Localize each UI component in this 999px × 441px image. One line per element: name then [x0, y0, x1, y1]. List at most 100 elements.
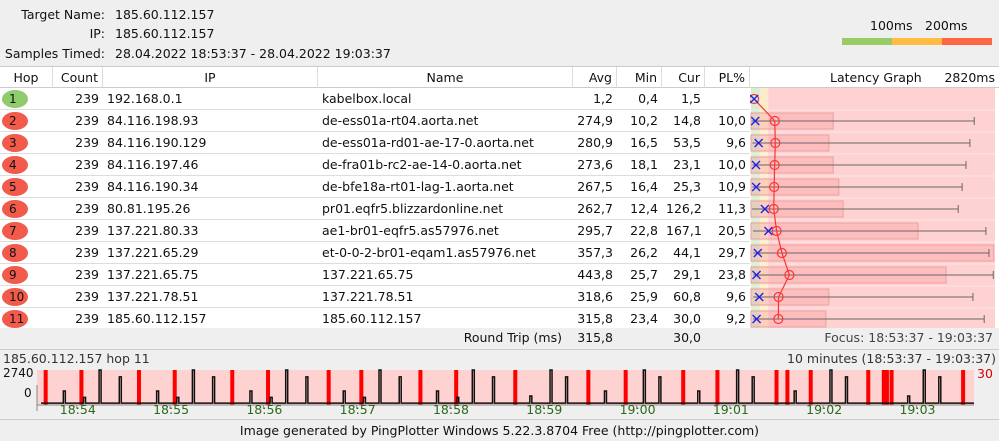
hop-ip: 137.221.80.33: [107, 223, 199, 238]
loss-marker: [418, 370, 423, 405]
latency-graph-max: 2820ms: [944, 70, 995, 85]
ip-value: 185.60.112.157: [115, 26, 215, 41]
loss-marker: [889, 370, 894, 405]
hop-row[interactable]: 5 239 84.116.190.34 de-bfe18a-rt01-lag-1.ao…: [0, 176, 750, 198]
col-hop[interactable]: Hop: [0, 67, 53, 88]
hop-min: 10,2: [630, 113, 658, 128]
trace-table: Hop Count IP Name Avg Min Cur PL% Latenc…: [0, 66, 999, 330]
hop-min: 16,5: [630, 135, 658, 150]
latency-graph-label: Latency Graph: [830, 70, 922, 85]
hop-row[interactable]: 6 239 80.81.195.26 pr01.eqfr5.blizzardonlin…: [0, 198, 750, 220]
hop-cur: 14,8: [673, 113, 701, 128]
x-tick-label: 18:56: [246, 402, 283, 417]
hop-cur: 60,8: [673, 289, 701, 304]
hop-name: kabelbox.local: [322, 91, 412, 106]
samples-value: 28.04.2022 18:53:37 - 28.04.2022 19:03:3…: [115, 46, 391, 61]
latency-graph: [750, 88, 999, 329]
hop-row[interactable]: 10 239 137.221.78.51 137.221.78.51 318,6 25,9…: [0, 286, 750, 308]
col-min[interactable]: Min: [617, 67, 662, 88]
hop-name: et-0-0-2-br01-eqam1.as57976.net: [322, 245, 536, 260]
loss-marker: [326, 370, 331, 405]
loss-marker: [586, 370, 591, 405]
hop-badge: 3: [2, 134, 28, 152]
hop-avg: 274,9: [577, 113, 613, 128]
col-latency-graph[interactable]: Latency Graph 2820ms: [750, 67, 999, 88]
col-avg[interactable]: Avg: [573, 67, 617, 88]
target-name-value: 185.60.112.157: [115, 7, 215, 22]
hop-name: de-ess01a-rd01-ae-17-0.aorta.net: [322, 135, 534, 150]
focus-range: Focus: 18:53:37 - 19:03:37: [824, 330, 993, 345]
hop-avg: 315,8: [577, 311, 613, 326]
hop-row[interactable]: 3 239 84.116.190.129 de-ess01a-rd01-ae-17-0…: [0, 132, 750, 154]
col-ip[interactable]: IP: [103, 67, 318, 88]
hop-count: 239: [75, 91, 99, 106]
loss-marker: [808, 370, 813, 405]
hop-row[interactable]: 7 239 137.221.80.33 ae1-br01-eqfr5.as57976.…: [0, 220, 750, 242]
hop-row[interactable]: 1 239 192.168.0.1 kabelbox.local 1,2 0,4 1,5: [0, 88, 750, 110]
col-pl[interactable]: PL%: [705, 67, 750, 88]
hop-ip: 80.81.195.26: [107, 201, 191, 216]
round-trip-row: Round Trip (ms) 315,8 30,0 Focus: 18:53:…: [0, 328, 999, 350]
hop-ip: 137.221.78.51: [107, 289, 199, 304]
hop-name: 137.221.65.75: [322, 267, 414, 282]
loss-marker: [866, 370, 871, 405]
hop-min: 25,9: [630, 289, 658, 304]
legend-100ms: 100ms: [870, 18, 913, 33]
hop-min: 25,7: [630, 267, 658, 282]
hop-row[interactable]: 4 239 84.116.197.46 de-fra01b-rc2-ae-14-0.a…: [0, 154, 750, 176]
x-tick-label: 19:01: [712, 402, 749, 417]
hop-ip: 84.116.198.93: [107, 113, 199, 128]
hop-min: 22,8: [630, 223, 658, 238]
hop-row[interactable]: 9 239 137.221.65.75 137.221.65.75 443,8 25,7 2…: [0, 264, 750, 286]
hop-name: pr01.eqfr5.blizzardonline.net: [322, 201, 504, 216]
hop-cur: 25,3: [673, 179, 701, 194]
history-graph[interactable]: [0, 350, 999, 418]
hop-pl: 10,9: [718, 179, 746, 194]
footer-text: Image generated by PingPlotter Windows 5…: [0, 419, 999, 441]
hop-min: 18,1: [630, 157, 658, 172]
loss-marker: [785, 370, 790, 405]
hop-pl: 10,0: [718, 157, 746, 172]
hop-cur: 44,1: [673, 245, 701, 260]
latency-color-legend: [842, 38, 992, 45]
hop-badge: 4: [2, 156, 28, 174]
x-tick-label: 19:03: [899, 402, 936, 417]
hop-cur: 53,5: [673, 135, 701, 150]
loss-marker: [136, 370, 141, 405]
col-name[interactable]: Name: [318, 67, 573, 88]
hop-cur: 30,0: [673, 311, 701, 326]
col-count[interactable]: Count: [53, 67, 103, 88]
hop-name: ae1-br01-eqfr5.as57976.net: [322, 223, 499, 238]
hop-row[interactable]: 11 239 185.60.112.157 185.60.112.157 315,8 23…: [0, 308, 750, 330]
hop-row[interactable]: 2 239 84.116.198.93 de-ess01a-rt04.aorta.ne…: [0, 110, 750, 132]
hop-avg: 318,6: [577, 289, 613, 304]
hop-avg: 295,7: [577, 223, 613, 238]
hop-cur: 167,1: [666, 223, 702, 238]
x-tick-label: 18:57: [339, 402, 376, 417]
hop-count: 239: [75, 201, 99, 216]
hop-ip: 137.221.65.29: [107, 245, 199, 260]
round-trip-label: Round Trip (ms): [463, 330, 562, 345]
loss-marker: [230, 370, 235, 405]
hop-count: 239: [75, 289, 99, 304]
hop-min: 0,4: [638, 91, 658, 106]
hop-count: 239: [75, 135, 99, 150]
hop-pl: 10,0: [718, 113, 746, 128]
legend-warn-swatch: [892, 38, 942, 45]
hop-avg: 357,3: [577, 245, 613, 260]
hop-count: 239: [75, 223, 99, 238]
hop-count: 239: [75, 179, 99, 194]
samples-label: Samples Timed:: [4, 46, 105, 61]
hop-avg: 273,6: [577, 157, 613, 172]
legend-good-swatch: [842, 38, 892, 45]
col-cur[interactable]: Cur: [662, 67, 705, 88]
hop-row[interactable]: 8 239 137.221.65.29 et-0-0-2-br01-eqam1.as5…: [0, 242, 750, 264]
hop-min: 23,4: [630, 311, 658, 326]
hop-name: de-fra01b-rc2-ae-14-0.aorta.net: [322, 157, 522, 172]
hop-name: de-bfe18a-rt01-lag-1.aorta.net: [322, 179, 514, 194]
loss-marker: [681, 370, 686, 405]
hop-badge: 1: [2, 90, 28, 108]
hop-badge: 5: [2, 178, 28, 196]
hop-ip: 84.116.190.129: [107, 135, 207, 150]
hop-min: 26,2: [630, 245, 658, 260]
